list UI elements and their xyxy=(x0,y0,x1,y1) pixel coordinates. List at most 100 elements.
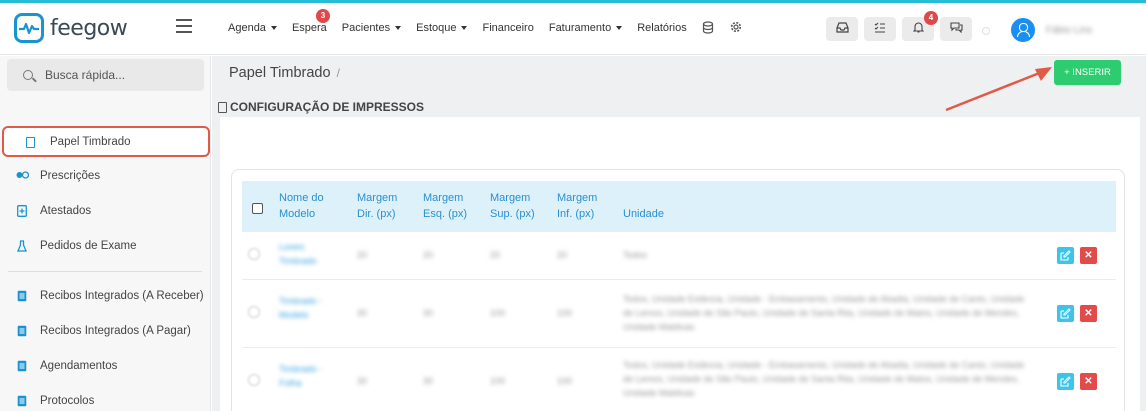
logo-pulse-icon xyxy=(14,13,44,43)
table-header: Nome do Modelo Margem Dir. (px) Margem E… xyxy=(242,181,1116,232)
row-unit: Todos xyxy=(623,250,648,260)
edit-button[interactable] xyxy=(1057,373,1074,390)
sidebar-item-pedidos-exame[interactable]: Pedidos de Exame xyxy=(16,236,137,256)
gear-icon[interactable] xyxy=(730,21,744,35)
row-margin-top: 20 xyxy=(490,250,501,260)
table-row: Timbrado - Folha 30 30 100 100 Todos, Un… xyxy=(242,348,1116,411)
col-name[interactable]: Nome do Modelo xyxy=(279,190,337,222)
database-icon[interactable] xyxy=(702,21,716,35)
col-margin-right[interactable]: Margem Dir. (px) xyxy=(357,190,407,222)
file-plus-icon xyxy=(16,205,28,217)
notifications-button[interactable]: 4 xyxy=(902,11,938,41)
main-content: Papel Timbrado / + INSERIR CONFIGURAÇÃO D… xyxy=(212,56,1146,411)
row-margin-right: 30 xyxy=(357,376,368,386)
row-select-radio[interactable] xyxy=(248,374,260,386)
table-row: Lorem Timbrado 20 20 20 20 Todos ✕ xyxy=(242,232,1116,280)
col-margin-left[interactable]: Margem Esq. (px) xyxy=(423,190,473,222)
content-card: Nome do Modelo Margem Dir. (px) Margem E… xyxy=(220,117,1140,411)
row-margin-left: 30 xyxy=(423,308,434,318)
chat-button[interactable] xyxy=(940,17,972,41)
chevron-down-icon xyxy=(395,26,402,30)
edit-button[interactable] xyxy=(1057,305,1074,322)
sidebar: Papel Timbrado Prescrições Atestados Ped… xyxy=(0,56,211,411)
row-margin-left: 20 xyxy=(423,250,434,260)
nav-agenda[interactable]: Agenda xyxy=(228,21,277,35)
edit-icon xyxy=(1060,250,1071,261)
row-margin-bottom: 100 xyxy=(557,376,573,386)
delete-button[interactable]: ✕ xyxy=(1080,247,1097,264)
nav-relatorios[interactable]: Relatórios xyxy=(637,21,687,35)
chat-icon xyxy=(949,22,963,34)
quick-search[interactable] xyxy=(7,59,204,91)
col-unit[interactable]: Unidade xyxy=(623,206,664,222)
select-all-checkbox[interactable] xyxy=(252,203,263,214)
menu-toggle-icon[interactable] xyxy=(176,19,192,33)
row-margin-bottom: 20 xyxy=(557,250,568,260)
row-name[interactable]: Lorem Timbrado xyxy=(279,240,339,268)
row-margin-right: 30 xyxy=(357,308,368,318)
row-margin-top: 100 xyxy=(490,308,506,318)
file-icon xyxy=(218,101,227,113)
espera-count-badge: 3 xyxy=(315,9,330,23)
avatar[interactable] xyxy=(1011,18,1035,42)
user-name[interactable]: Fábio Lins xyxy=(1046,25,1092,36)
row-margin-left: 30 xyxy=(423,376,434,386)
chevron-down-icon xyxy=(270,26,277,30)
bell-icon xyxy=(912,22,924,33)
section-title: CONFIGURAÇÃO DE IMPRESSOS xyxy=(218,100,424,114)
inbox-icon xyxy=(835,22,849,33)
edit-icon xyxy=(1060,376,1071,387)
models-table: Nome do Modelo Margem Dir. (px) Margem E… xyxy=(231,169,1125,411)
file-text-icon xyxy=(16,325,28,337)
close-icon: ✕ xyxy=(1084,308,1093,319)
col-margin-bottom[interactable]: Margem Inf. (px) xyxy=(557,190,607,222)
sidebar-item-recibos-receber[interactable]: Recibos Integrados (A Receber) xyxy=(16,286,204,306)
row-margin-top: 100 xyxy=(490,376,506,386)
inbox-button[interactable] xyxy=(826,17,858,41)
edit-button[interactable] xyxy=(1057,247,1074,264)
row-name[interactable]: Timbrado - Folha xyxy=(279,362,339,390)
nav-pacientes[interactable]: Pacientes xyxy=(342,21,402,35)
table-row: Timbrado - Modelo 30 30 100 100 Todos, U… xyxy=(242,280,1116,348)
breadcrumb: Papel Timbrado / + INSERIR xyxy=(212,56,1146,112)
sidebar-item-agendamentos[interactable]: Agendamentos xyxy=(16,356,117,376)
delete-button[interactable]: ✕ xyxy=(1080,305,1097,322)
nav-estoque[interactable]: Estoque xyxy=(416,21,468,35)
chevron-down-icon xyxy=(616,26,623,30)
file-text-icon xyxy=(16,395,28,407)
nav-financeiro[interactable]: Financeiro xyxy=(482,21,533,35)
main-nav: Agenda Espera 3 Pacientes Estoque Finance… xyxy=(228,9,758,35)
logo-text: feegow xyxy=(50,15,128,41)
sidebar-item-papel-timbrado[interactable]: Papel Timbrado xyxy=(24,132,131,152)
row-unit: Todos, Unidade Estância, Unidade - Embas… xyxy=(623,294,1025,332)
sidebar-divider xyxy=(8,271,202,272)
sidebar-item-protocolos[interactable]: Protocolos xyxy=(16,391,94,411)
annotation-arrow xyxy=(942,58,1057,116)
status-dot xyxy=(982,27,990,35)
nav-espera[interactable]: Espera 3 xyxy=(292,9,330,35)
sidebar-item-atestados[interactable]: Atestados xyxy=(16,201,91,221)
nav-faturamento[interactable]: Faturamento xyxy=(549,21,623,35)
row-name[interactable]: Timbrado - Modelo xyxy=(279,294,339,322)
row-unit: Todos, Unidade Estância, Unidade - Embas… xyxy=(623,360,1025,398)
insert-button[interactable]: + INSERIR xyxy=(1054,60,1121,85)
logo[interactable]: feegow xyxy=(14,13,128,43)
row-margin-bottom: 100 xyxy=(557,308,573,318)
pills-icon xyxy=(16,170,30,182)
close-icon: ✕ xyxy=(1084,376,1093,387)
sidebar-item-prescricoes[interactable]: Prescrições xyxy=(16,166,100,186)
flask-icon xyxy=(16,240,28,252)
file-icon xyxy=(26,136,35,148)
col-margin-top[interactable]: Margem Sup. (px) xyxy=(490,190,540,222)
sidebar-item-recibos-pagar[interactable]: Recibos Integrados (A Pagar) xyxy=(16,321,191,341)
close-icon: ✕ xyxy=(1084,250,1093,261)
row-select-radio[interactable] xyxy=(248,248,260,260)
row-select-radio[interactable] xyxy=(248,306,260,318)
row-margin-right: 20 xyxy=(357,250,368,260)
tasks-button[interactable] xyxy=(864,17,896,41)
delete-button[interactable]: ✕ xyxy=(1080,373,1097,390)
search-icon xyxy=(23,70,33,80)
edit-icon xyxy=(1060,308,1071,319)
notification-count-badge: 4 xyxy=(924,11,938,25)
search-input[interactable] xyxy=(45,66,195,84)
